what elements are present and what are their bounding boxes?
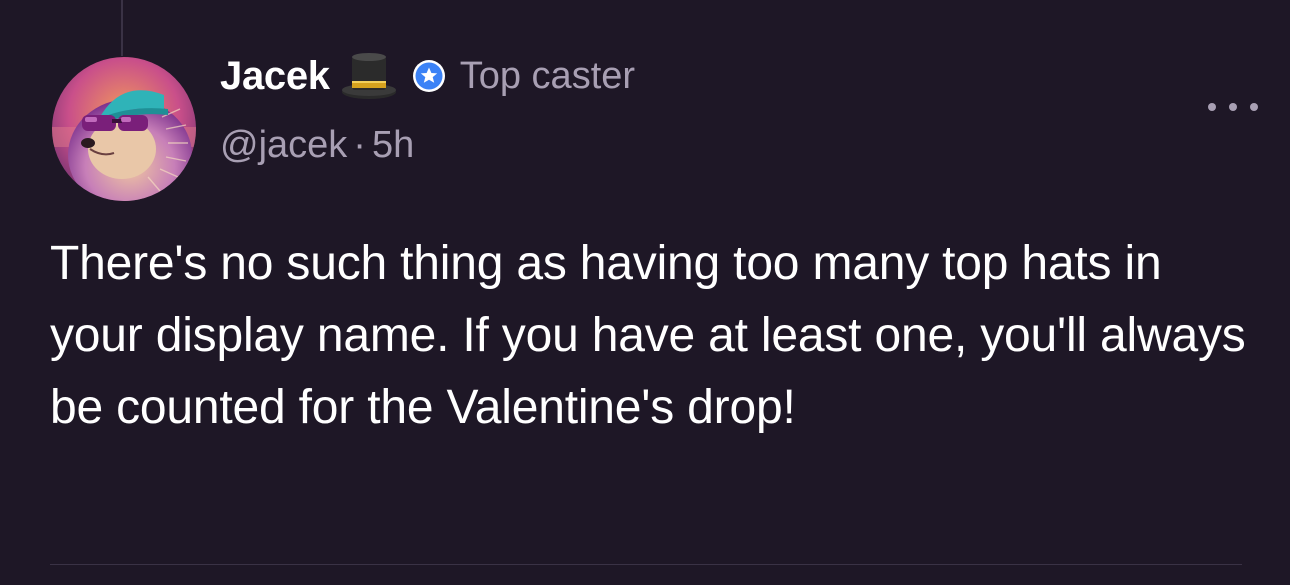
more-options-button[interactable] — [1208, 92, 1258, 122]
author-handle-row: @jacek · 5h — [220, 124, 414, 167]
author-display-name[interactable]: Jacek — [220, 54, 330, 99]
avatar[interactable] — [52, 57, 196, 201]
post-body-text: There's no such thing as having too many… — [50, 237, 1246, 434]
top-caster-badge-label: Top caster — [459, 54, 636, 97]
ellipsis-icon — [1208, 103, 1216, 111]
thread-connector-line — [121, 0, 123, 56]
author-name-row: Jacek Top caster — [220, 52, 635, 100]
separator: · — [353, 124, 366, 166]
ellipsis-icon — [1250, 103, 1258, 111]
post-timestamp[interactable]: 5h — [372, 124, 414, 166]
star-badge-icon — [412, 59, 446, 93]
top-hat-icon — [340, 52, 398, 100]
hedgehog-avatar-image — [52, 57, 196, 201]
author-handle[interactable]: @jacek — [220, 124, 347, 166]
ellipsis-icon — [1229, 103, 1237, 111]
divider — [50, 564, 1242, 565]
